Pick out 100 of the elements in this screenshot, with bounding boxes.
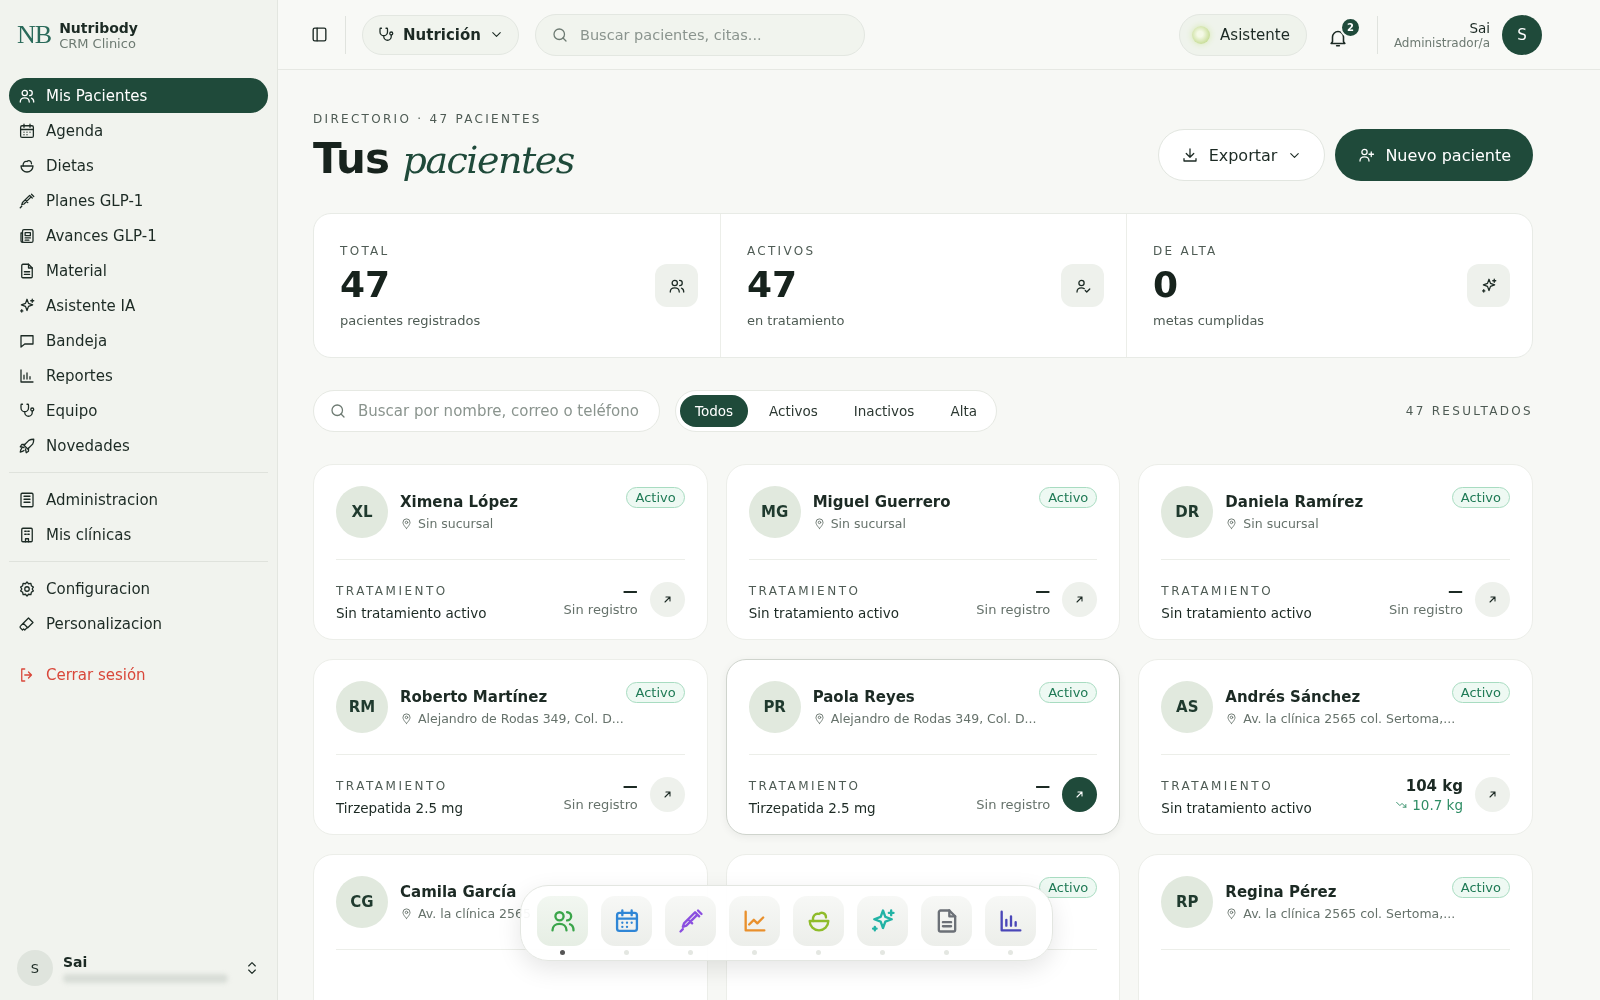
nav-item[interactable]: Avances GLP-1 bbox=[9, 218, 268, 253]
weight-note: Sin registro bbox=[563, 797, 638, 812]
stat-value: 47 bbox=[747, 263, 799, 305]
patient-search-field[interactable]: Buscar por nombre, correo o teléfono bbox=[313, 390, 660, 432]
weight-value: 104 kg bbox=[1405, 776, 1463, 795]
dock-app-button[interactable] bbox=[665, 896, 716, 946]
export-button[interactable]: Exportar bbox=[1157, 129, 1326, 181]
location-pin-icon bbox=[812, 517, 826, 530]
logout-link[interactable]: Cerrar sesión bbox=[9, 657, 268, 692]
dock-app-button[interactable] bbox=[601, 896, 652, 946]
brand-subtitle: CRM Clinico bbox=[59, 35, 136, 51]
nav-icon bbox=[18, 261, 36, 280]
location-pin-icon bbox=[400, 517, 413, 530]
treatment-value: Sin tratamiento activo bbox=[1161, 605, 1313, 621]
nav-item[interactable]: Dietas bbox=[9, 148, 268, 183]
patient-avatar: RP bbox=[1161, 876, 1214, 928]
nav-item[interactable]: Personalizacion bbox=[9, 606, 268, 641]
user-avatar: S bbox=[17, 950, 53, 986]
open-patient-button[interactable] bbox=[1062, 777, 1098, 812]
weight-note: Sin registro bbox=[1388, 602, 1463, 617]
page-title: Tus pacientes bbox=[313, 134, 574, 183]
dock-app-button[interactable] bbox=[921, 896, 972, 946]
stat-label: DE ALTA bbox=[1153, 243, 1219, 258]
user-role: Administrador/a bbox=[1393, 35, 1490, 50]
global-search-field[interactable]: Buscar pacientes, citas... bbox=[534, 13, 865, 56]
nav-item[interactable]: Mis clínicas bbox=[9, 517, 268, 552]
nav-icon bbox=[18, 121, 36, 140]
status-badge: Activo bbox=[1039, 487, 1098, 508]
location-pin-icon bbox=[1225, 517, 1239, 530]
patient-avatar: CG bbox=[336, 876, 388, 928]
nav-icon bbox=[18, 525, 36, 544]
status-badge: Activo bbox=[1039, 682, 1098, 703]
sidebar-toggle-icon[interactable] bbox=[310, 25, 329, 44]
patient-card[interactable]: PR Paola Reyes Alejandro de Rodas 349, Col. D... Activo TRATAMIENTO Tirzepatida 2.5 mg — Sin registro bbox=[725, 659, 1121, 835]
location-pin-icon bbox=[400, 712, 413, 725]
specialty-dropdown[interactable]: Nutrición bbox=[362, 14, 519, 55]
patient-card[interactable]: MG Miguel Guerrero Sin sucursal Activo TRATAMIENTO Sin tratamiento activo — Sin registro bbox=[725, 464, 1121, 640]
nav-icon bbox=[18, 191, 36, 210]
nav-icon bbox=[18, 226, 36, 245]
treatment-label: TRATAMIENTO bbox=[336, 779, 449, 793]
page-eyebrow: DIRECTORIO · 47 PACIENTES bbox=[313, 112, 543, 126]
nav-item[interactable]: Configuracion bbox=[9, 571, 268, 606]
dock-app-button[interactable] bbox=[985, 896, 1036, 946]
status-badge: Activo bbox=[626, 682, 685, 703]
location-pin-icon bbox=[812, 712, 826, 725]
nav-icon bbox=[18, 296, 36, 315]
download-icon bbox=[1180, 146, 1199, 164]
filter-tab[interactable]: Todos bbox=[680, 395, 749, 427]
status-dot-icon bbox=[1192, 25, 1211, 44]
new-patient-button[interactable]: Nuevo paciente bbox=[1335, 129, 1533, 181]
nav-item[interactable]: Material bbox=[9, 253, 268, 288]
patient-card[interactable]: XL Ximena López Sin sucursal Activo TRATAMIENTO Sin tratamiento activo — Sin registro bbox=[313, 464, 708, 640]
patient-name: Paola Reyes bbox=[812, 688, 916, 706]
nav-icon bbox=[18, 614, 36, 633]
patient-avatar: DR bbox=[1161, 486, 1214, 538]
treatment-value: Sin tratamiento activo bbox=[748, 605, 901, 621]
patient-card[interactable]: DR Daniela Ramírez Sin sucursal Activo TRATAMIENTO Sin tratamiento activo — Sin registro bbox=[1138, 464, 1533, 640]
filter-tab[interactable]: Alta bbox=[935, 395, 992, 427]
stat-value: 47 bbox=[340, 263, 392, 305]
nav-item[interactable]: Bandeja bbox=[9, 323, 268, 358]
nav-item[interactable]: Administracion bbox=[9, 482, 268, 517]
brand-name: Nutribody bbox=[59, 19, 138, 36]
treatment-value: Tirzepatida 2.5 mg bbox=[336, 800, 465, 816]
weight-change: 10.7 kg bbox=[1412, 796, 1463, 813]
status-badge: Activo bbox=[626, 487, 685, 508]
weight-value: — bbox=[622, 777, 638, 795]
nav-item[interactable]: Equipo bbox=[9, 393, 268, 428]
weight-note: Sin registro bbox=[976, 602, 1051, 617]
patient-name: Regina Pérez bbox=[1225, 883, 1338, 901]
results-count: 47 RESULTADOS bbox=[1405, 404, 1533, 418]
patient-avatar: XL bbox=[336, 486, 388, 538]
nav-item[interactable]: Novedades bbox=[9, 428, 268, 463]
dock-app-icon bbox=[676, 907, 705, 935]
stat-icon bbox=[1467, 264, 1510, 307]
nav-item[interactable]: Planes GLP-1 bbox=[9, 183, 268, 218]
nav-icon bbox=[18, 401, 36, 420]
assistant-button[interactable]: Asistente bbox=[1179, 13, 1307, 56]
user-avatar[interactable]: S bbox=[1502, 14, 1542, 55]
nav-item[interactable]: Agenda bbox=[9, 113, 268, 148]
nav-item[interactable]: Mis Pacientes bbox=[9, 78, 268, 113]
stat-label: TOTAL bbox=[340, 243, 391, 258]
patient-card[interactable]: RM Roberto Martínez Alejandro de Rodas 349, Col. D... Activo TRATAMIENTO Tirzepatida 2.5 mg — Sin registro bbox=[313, 659, 708, 835]
stat-value: 0 bbox=[1153, 263, 1180, 305]
filter-tab[interactable]: Inactivos bbox=[838, 395, 930, 427]
patient-name: Ximena López bbox=[400, 493, 519, 511]
stethoscope-icon bbox=[377, 25, 395, 44]
dock-app-button[interactable] bbox=[537, 896, 588, 946]
patient-name: Miguel Guerrero bbox=[812, 493, 951, 511]
patient-card[interactable]: AS Andrés Sánchez Av. la clínica 2565 col. Sertoma,... Activo TRATAMIENTO Sin tratamiento activo 104 kg 10.7 kg bbox=[1138, 659, 1533, 835]
notifications-button[interactable]: 2 bbox=[1322, 16, 1361, 53]
patient-card[interactable]: RP Regina Pérez Av. la clínica 2565 col. Sertoma,... Activo bbox=[1138, 854, 1533, 1000]
nav-item[interactable]: Reportes bbox=[9, 358, 268, 393]
stat-icon bbox=[1061, 264, 1104, 307]
treatment-label: TRATAMIENTO bbox=[1161, 779, 1275, 793]
nav-item[interactable]: Asistente IA bbox=[9, 288, 268, 323]
user-name: Sai bbox=[1469, 19, 1490, 36]
filter-tab[interactable]: Activos bbox=[754, 395, 833, 427]
location-pin-icon bbox=[1225, 907, 1239, 920]
weight-value: — bbox=[1035, 777, 1051, 795]
patient-location: Sin sucursal bbox=[1243, 516, 1319, 531]
